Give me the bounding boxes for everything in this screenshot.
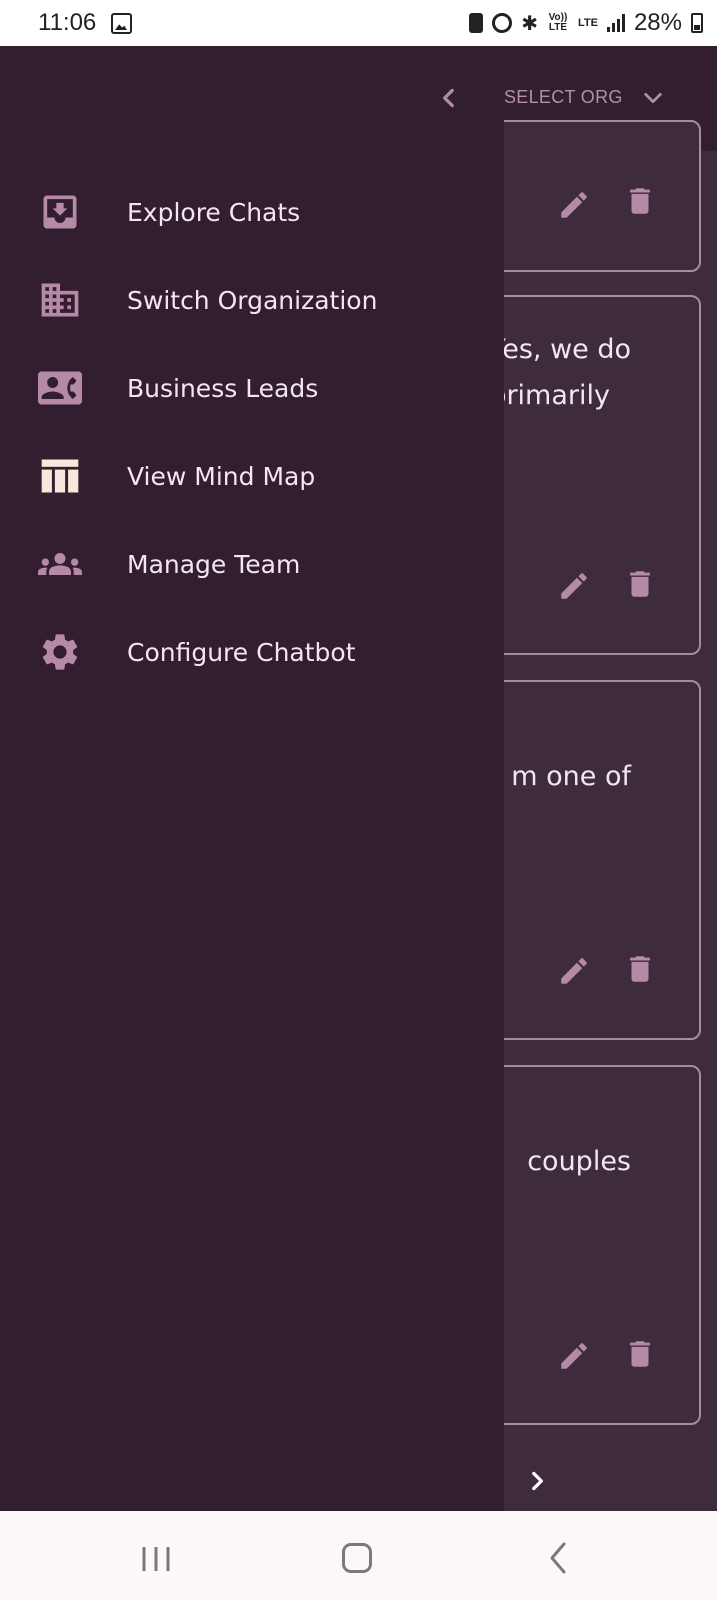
delete-icon[interactable] — [623, 184, 657, 218]
drawer-item-label: Configure Chatbot — [127, 637, 356, 667]
drawer-item-label: View Mind Map — [127, 461, 316, 491]
chevron-down-icon[interactable] — [642, 87, 664, 109]
lte-icon: LTE — [577, 16, 598, 29]
home-icon[interactable] — [342, 1543, 372, 1573]
card-text: couples — [527, 1146, 631, 1177]
drawer-item-switch-organization[interactable]: Switch Organization — [0, 256, 504, 344]
navigation-drawer: Explore Chats Switch Organization Busine… — [0, 46, 504, 1511]
alarm-icon — [492, 13, 513, 33]
delete-icon[interactable] — [623, 567, 657, 601]
drawer-item-label: Switch Organization — [127, 285, 378, 315]
drawer-item-business-leads[interactable]: Business Leads — [0, 344, 504, 432]
signal-icon — [606, 14, 625, 32]
drawer-item-label: Manage Team — [127, 549, 301, 579]
card-text: Yes, we do primarily — [489, 334, 631, 411]
status-icons: ✱ Vo)) LTE LTE 28% — [469, 8, 703, 38]
contact-card-icon — [38, 371, 82, 405]
building-icon — [41, 283, 79, 317]
delete-icon[interactable] — [623, 1337, 657, 1371]
card-text: m one of — [511, 761, 631, 792]
drawer-item-label: Business Leads — [127, 373, 319, 403]
edit-icon[interactable] — [557, 188, 591, 222]
org-selector[interactable]: SELECT ORG — [504, 87, 623, 108]
battery-icon — [691, 13, 703, 33]
status-bar: 11:06 ✱ Vo)) LTE LTE 28% — [0, 0, 717, 46]
drawer-item-view-mind-map[interactable]: View Mind Map — [0, 432, 504, 520]
gear-icon — [42, 634, 78, 670]
back-icon[interactable] — [546, 1540, 570, 1576]
battery-percent: 28% — [633, 9, 682, 36]
volte-icon: Vo)) LTE — [548, 12, 568, 33]
chevron-left-icon[interactable] — [436, 85, 462, 111]
bluetooth-icon: ✱ — [521, 11, 538, 35]
table-columns-icon — [41, 459, 79, 493]
group-icon — [38, 553, 82, 575]
drawer-item-configure-chatbot[interactable]: Configure Chatbot — [0, 608, 504, 696]
delete-icon[interactable] — [623, 952, 657, 986]
inbox-download-icon — [43, 195, 77, 229]
drawer-item-explore-chats[interactable]: Explore Chats — [0, 168, 504, 256]
edit-icon[interactable] — [557, 1339, 591, 1373]
edit-icon[interactable] — [557, 569, 591, 603]
recents-icon[interactable] — [140, 1545, 172, 1573]
edit-icon[interactable] — [557, 954, 591, 988]
status-time: 11:06 — [38, 9, 97, 36]
drawer-item-manage-team[interactable]: Manage Team — [0, 520, 504, 608]
sim-icon — [469, 13, 484, 33]
gallery-icon — [111, 13, 132, 34]
drawer-item-label: Explore Chats — [127, 197, 301, 227]
chevron-right-icon[interactable] — [524, 1468, 550, 1494]
